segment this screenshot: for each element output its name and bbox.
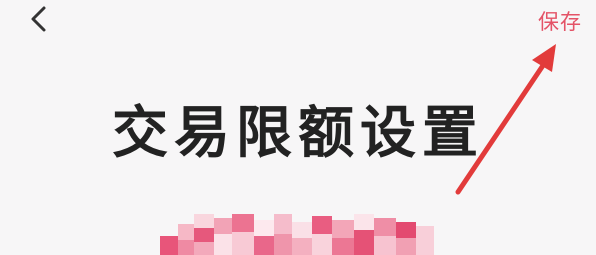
save-button[interactable]: 保存 bbox=[538, 6, 582, 36]
page-title: 交易限额设置 bbox=[112, 101, 484, 166]
back-button[interactable] bbox=[22, 2, 56, 36]
pixelated-amount-field bbox=[160, 214, 440, 255]
app-screen: 保存 交易限额设置 bbox=[0, 0, 596, 255]
chevron-left-icon bbox=[31, 6, 46, 32]
